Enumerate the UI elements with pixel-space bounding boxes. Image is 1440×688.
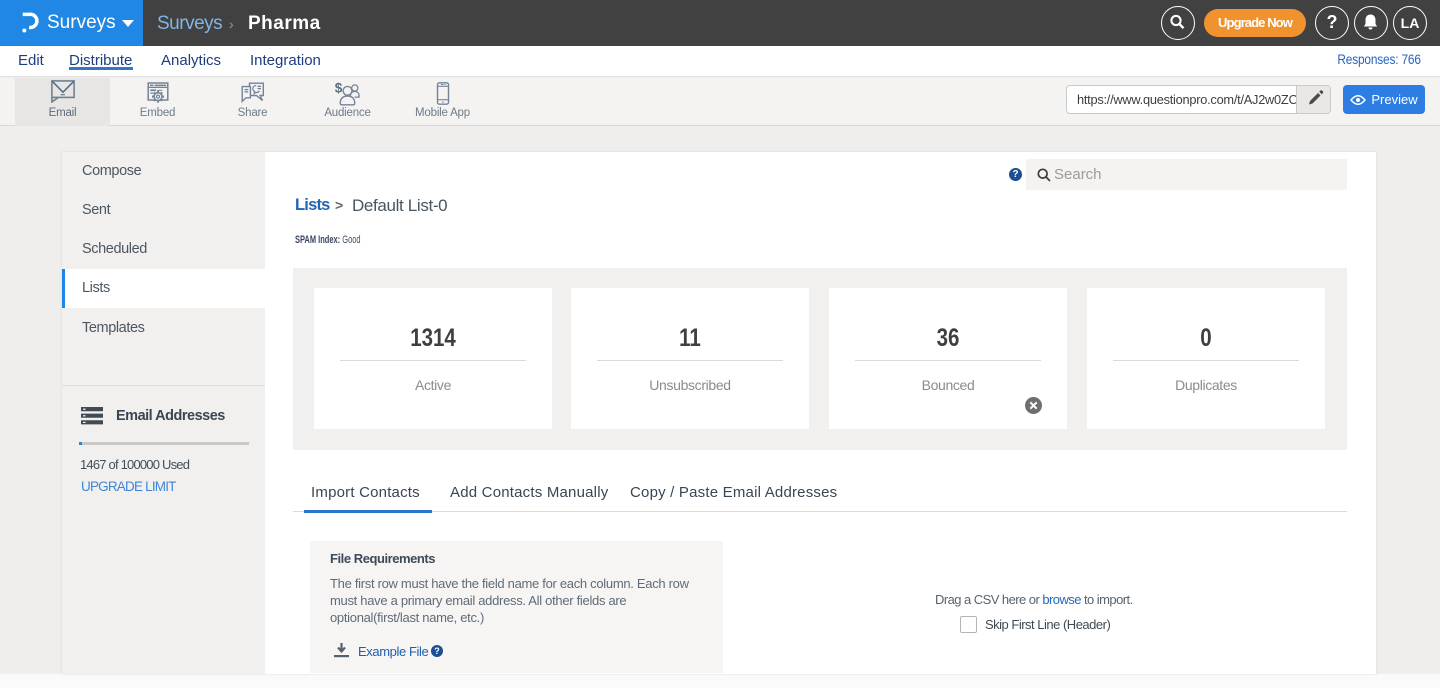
svg-text:$: $	[334, 81, 342, 96]
